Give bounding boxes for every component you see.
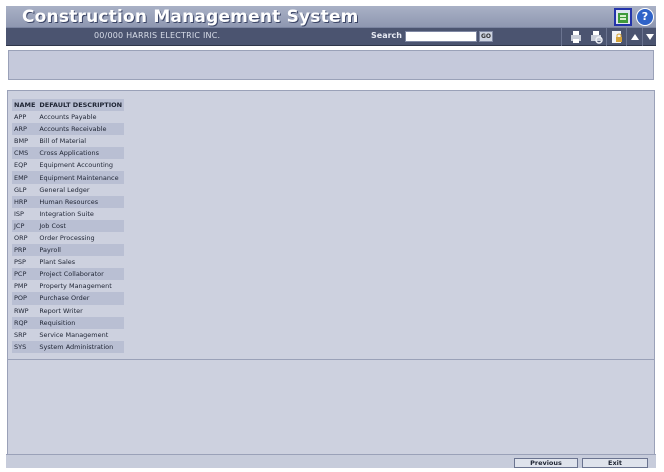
module-description[interactable]: Service Management	[37, 328, 125, 341]
help-button[interactable]: ?	[636, 8, 654, 26]
module-code[interactable]: ARP	[12, 123, 38, 136]
module-description[interactable]: Equipment Accounting	[37, 159, 125, 172]
module-code[interactable]: RWP	[12, 304, 38, 317]
module-description[interactable]: Purchase Order	[37, 292, 125, 305]
module-description[interactable]: Order Processing	[37, 231, 125, 245]
module-description[interactable]: Bill of Material	[37, 135, 125, 148]
table-row[interactable]: PMP Property Management	[12, 280, 125, 293]
company-label: 00/000 HARRIS ELECTRIC INC.	[94, 31, 221, 40]
module-description[interactable]: Job Cost	[37, 219, 125, 232]
module-code[interactable]: CMS	[12, 147, 38, 160]
module-code[interactable]: EQP	[12, 159, 38, 172]
scroll-down-icon[interactable]	[644, 29, 656, 45]
table-row[interactable]: SYS System Administration	[12, 340, 125, 353]
table-row[interactable]: EQP Equipment Accounting	[12, 159, 125, 172]
table-row[interactable]: SRP Service Management	[12, 328, 125, 341]
module-code[interactable]: HRP	[12, 195, 38, 208]
module-description[interactable]: Human Resources	[37, 195, 125, 208]
module-description[interactable]: Payroll	[37, 244, 125, 257]
search-label: Search	[371, 31, 402, 40]
toolbar: 00/000 HARRIS ELECTRIC INC. Search GO	[6, 28, 656, 46]
module-description[interactable]: Accounts Receivable	[37, 123, 125, 136]
toolbar-divider	[606, 28, 607, 46]
table-row[interactable]: POP Purchase Order	[12, 292, 125, 305]
search-input[interactable]	[405, 31, 477, 42]
module-description[interactable]: Project Collaborator	[37, 268, 125, 281]
module-code[interactable]: PSP	[12, 256, 38, 269]
column-header-description[interactable]: DEFAULT DESCRIPTION	[37, 99, 125, 111]
table-row[interactable]: EMP Equipment Maintenance	[12, 171, 125, 184]
module-description[interactable]: Equipment Maintenance	[37, 171, 125, 184]
empty-area	[7, 360, 655, 454]
module-code[interactable]: SYS	[12, 340, 38, 353]
table-row[interactable]: CMS Cross Applications	[12, 147, 125, 160]
table-row[interactable]: ISP Integration Suite	[12, 207, 125, 220]
table-row[interactable]: PSP Plant Sales	[12, 256, 125, 269]
module-description[interactable]: Requisition	[37, 316, 125, 329]
bottom-bar: Previous Exit	[6, 454, 656, 468]
application-button[interactable]	[614, 8, 632, 26]
table-row[interactable]: ARP Accounts Receivable	[12, 123, 125, 136]
column-header-name[interactable]: NAME	[12, 99, 38, 111]
module-description[interactable]: General Ledger	[37, 183, 125, 196]
table-row[interactable]: JCP Job Cost	[12, 219, 125, 232]
table-row[interactable]: HRP Human Resources	[12, 195, 125, 208]
module-description[interactable]: System Administration	[37, 340, 125, 353]
table-row[interactable]: ORP Order Processing	[12, 231, 125, 245]
info-panel	[8, 50, 654, 80]
module-code[interactable]: EMP	[12, 171, 38, 184]
modules-table: NAME DEFAULT DESCRIPTION APP Accounts Pay…	[12, 99, 125, 353]
module-code[interactable]: PCP	[12, 268, 38, 281]
toolbar-divider	[561, 28, 562, 46]
toolbar-divider	[626, 28, 627, 46]
toolbar-divider	[642, 28, 643, 46]
app-title: Construction Management System	[22, 7, 359, 27]
table-row[interactable]: APP Accounts Payable	[12, 111, 125, 124]
module-code[interactable]: ORP	[12, 231, 38, 245]
document-lock-icon[interactable]	[610, 29, 624, 45]
module-code[interactable]: JCP	[12, 219, 38, 232]
table-row[interactable]: BMP Bill of Material	[12, 135, 125, 148]
table-row[interactable]: PRP Payroll	[12, 244, 125, 257]
module-description[interactable]: Property Management	[37, 280, 125, 293]
module-code[interactable]: POP	[12, 292, 38, 305]
module-code[interactable]: GLP	[12, 183, 38, 196]
module-code[interactable]: ISP	[12, 207, 38, 220]
exit-button[interactable]: Exit	[582, 458, 648, 468]
table-row[interactable]: RWP Report Writer	[12, 304, 125, 317]
module-description[interactable]: Cross Applications	[37, 147, 125, 160]
module-description[interactable]: Accounts Payable	[37, 111, 125, 124]
application-icon	[618, 13, 628, 23]
previous-button[interactable]: Previous	[514, 458, 578, 468]
module-description[interactable]: Plant Sales	[37, 256, 125, 269]
go-button[interactable]: GO	[479, 31, 493, 42]
modules-panel: NAME DEFAULT DESCRIPTION APP Accounts Pay…	[7, 90, 655, 360]
app-window: Construction Management System ? 00/000 …	[6, 6, 656, 468]
help-icon: ?	[641, 10, 649, 23]
table-row[interactable]: RQP Requisition	[12, 316, 125, 329]
module-code[interactable]: RQP	[12, 316, 38, 329]
print-icon[interactable]	[568, 29, 584, 45]
module-code[interactable]: APP	[12, 111, 38, 124]
scroll-up-icon[interactable]	[629, 29, 641, 45]
module-code[interactable]: SRP	[12, 328, 38, 341]
module-code[interactable]: PRP	[12, 244, 38, 257]
title-bar: Construction Management System ?	[6, 6, 656, 28]
module-description[interactable]: Report Writer	[37, 304, 125, 317]
module-description[interactable]: Integration Suite	[37, 207, 125, 220]
table-row[interactable]: PCP Project Collaborator	[12, 268, 125, 281]
table-row[interactable]: GLP General Ledger	[12, 183, 125, 196]
print-preview-icon[interactable]	[588, 29, 604, 45]
module-code[interactable]: PMP	[12, 280, 38, 293]
module-code[interactable]: BMP	[12, 135, 38, 148]
